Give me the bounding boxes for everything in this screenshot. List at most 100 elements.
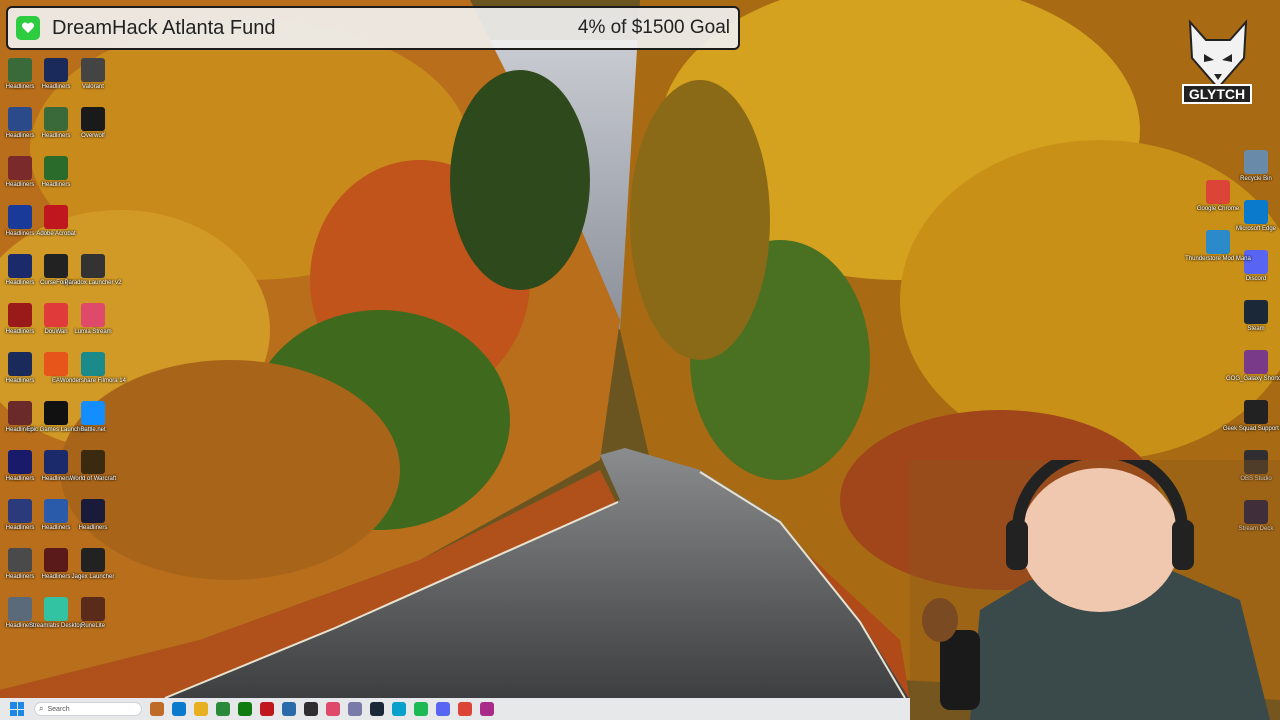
desktop-shortcut[interactable]: Recycle Bin xyxy=(1236,150,1276,196)
taskbar-pinned-apps xyxy=(142,702,494,716)
desktop-shortcut-label: Headliners xyxy=(5,329,35,335)
desktop-shortcut-label: Headliners xyxy=(78,525,108,531)
desktop-shortcut[interactable] xyxy=(73,205,113,251)
desktop-shortcut[interactable] xyxy=(73,156,113,202)
recycle-bin-icon xyxy=(1244,150,1268,174)
desktop-shortcut[interactable]: Headliners xyxy=(0,597,40,643)
desktop-shortcut-label: Headliners xyxy=(5,378,35,384)
desktop-shortcut[interactable]: GOG_Galaxy Shortcut xyxy=(1226,350,1280,396)
desktop-shortcut[interactable]: Google Chrome xyxy=(1196,180,1240,226)
streamlabs-icon xyxy=(44,597,68,621)
folder-icon xyxy=(8,205,32,229)
desktop-shortcut[interactable]: Battle.net xyxy=(73,401,113,447)
taskbar-search[interactable]: ⌕ Search xyxy=(34,702,142,716)
folder-icon xyxy=(44,156,68,180)
geeksquad-icon xyxy=(1244,400,1268,424)
desktop-shortcut[interactable]: Headliners xyxy=(36,499,76,545)
steam-icon[interactable] xyxy=(370,702,384,716)
desktop-shortcut-label: RuneLite xyxy=(80,623,106,629)
desktop-shortcut[interactable]: Streamlabs Desktop xyxy=(29,597,83,643)
desktop-shortcut-label: Google Chrome xyxy=(1196,206,1240,212)
desktop-shortcut[interactable]: Headliners xyxy=(0,107,40,153)
gog-icon xyxy=(1244,350,1268,374)
steam-icon xyxy=(1244,300,1268,324)
valorant-icon xyxy=(81,58,105,82)
desktop-shortcut[interactable]: EA xyxy=(36,352,76,398)
desktop-shortcut[interactable]: Headliners xyxy=(73,499,113,545)
app2-icon[interactable] xyxy=(348,702,362,716)
desktop-shortcut-label: Adobe Acrobat xyxy=(36,231,76,237)
desktop-shortcut[interactable]: Headliners xyxy=(36,107,76,153)
edge-icon[interactable] xyxy=(392,702,406,716)
desktop-shortcut[interactable]: Valorant xyxy=(73,58,113,104)
desktop-shortcut-label: Headliners xyxy=(41,525,71,531)
folder-icon xyxy=(8,303,32,327)
desktop-shortcut[interactable]: World of Warcraft xyxy=(70,450,116,496)
jagex-icon xyxy=(81,548,105,572)
acrobat-icon[interactable] xyxy=(260,702,274,716)
desktop-shortcut-label: Headliners xyxy=(5,280,35,286)
folder-icon xyxy=(8,499,32,523)
edge-icon[interactable] xyxy=(172,702,186,716)
desktop-shortcut[interactable]: Headliners xyxy=(0,450,40,496)
heart-icon xyxy=(16,16,40,40)
desktop-shortcut[interactable]: RuneLite xyxy=(73,597,113,643)
copilot-icon[interactable] xyxy=(150,702,164,716)
search-placeholder: Search xyxy=(47,705,70,713)
xbox-icon[interactable] xyxy=(238,702,252,716)
chrome-icon[interactable] xyxy=(458,702,472,716)
app-icon[interactable] xyxy=(282,702,296,716)
desktop-shortcut[interactable]: Headliners xyxy=(36,156,76,202)
desktop-shortcut[interactable]: Paradox Launcher v2 xyxy=(64,254,122,300)
app3-icon[interactable] xyxy=(480,702,494,716)
desktop-shortcut[interactable]: Headliners xyxy=(0,205,40,251)
desktop-shortcut[interactable]: Headliners xyxy=(0,352,40,398)
desktop-shortcut[interactable]: Thunderstore Mod Mana xyxy=(1185,230,1251,276)
desktop-shortcut-label: Battle.net xyxy=(80,427,106,433)
desktop-shortcut-label: Headliners xyxy=(5,525,35,531)
desktop-shortcut[interactable]: Headliners xyxy=(0,58,40,104)
douwan-icon xyxy=(44,303,68,327)
curseforge-icon xyxy=(44,254,68,278)
desktop-shortcut[interactable]: Overwolf xyxy=(73,107,113,153)
desktop-shortcut[interactable]: Headliners xyxy=(0,303,40,349)
epic-icon xyxy=(44,401,68,425)
desktop-shortcut[interactable]: Headliners xyxy=(36,548,76,594)
desktop-shortcut[interactable]: Headliners xyxy=(36,58,76,104)
desktop-shortcut-label: Geek Squad Support Ele xyxy=(1222,426,1280,432)
desktop-shortcut-label: EA xyxy=(51,378,60,384)
discord-icon[interactable] xyxy=(436,702,450,716)
spotify-icon[interactable] xyxy=(414,702,428,716)
file-explorer-icon[interactable] xyxy=(194,702,208,716)
desktop-shortcut[interactable]: Epic Games Launcher xyxy=(26,401,86,447)
desktop-shortcut[interactable]: Headliners xyxy=(0,499,40,545)
desktop-shortcut[interactable]: Wondershare Filmora 14 xyxy=(60,352,126,398)
desktop-shortcut[interactable]: Steam xyxy=(1236,300,1276,346)
folder-icon xyxy=(8,401,32,425)
desktop-shortcut[interactable]: Geek Squad Support Ele xyxy=(1223,400,1280,446)
desktop-shortcut-label: Thunderstore Mod Mana xyxy=(1185,256,1251,262)
desktop-shortcut[interactable]: Headliners xyxy=(0,548,40,594)
paradox-icon xyxy=(81,254,105,278)
desktop-shortcut[interactable]: Lumia Stream xyxy=(73,303,113,349)
desktop-shortcut[interactable]: Headliners xyxy=(0,156,40,202)
desktop-shortcut[interactable]: Jagex Launcher xyxy=(72,548,114,594)
blank-icon xyxy=(81,156,105,180)
desktop-shortcut-label: Headliners xyxy=(5,182,35,188)
desktop-shortcut[interactable]: CurseForge xyxy=(36,254,76,300)
lumia-icon[interactable] xyxy=(326,702,340,716)
start-button[interactable] xyxy=(10,702,24,716)
desktop-shortcut[interactable]: Headliners xyxy=(0,254,40,300)
desktop-shortcut[interactable]: Headliners xyxy=(0,401,40,447)
obs-icon[interactable] xyxy=(304,702,318,716)
desktop-shortcut[interactable]: Adobe Acrobat xyxy=(36,205,76,251)
desktop-shortcut-label: Headliners xyxy=(41,574,71,580)
donation-progress: 4% of $1500 Goal xyxy=(577,17,730,38)
battlenet-icon xyxy=(81,401,105,425)
desktop-shortcut[interactable]: DouWan xyxy=(36,303,76,349)
store-icon[interactable] xyxy=(216,702,230,716)
folder-icon xyxy=(44,499,68,523)
desktop-shortcut[interactable]: Headliners xyxy=(36,450,76,496)
desktop-shortcut-label: Lumia Stream xyxy=(74,329,112,335)
desktop-shortcut[interactable]: Microsoft Edge xyxy=(1236,200,1276,246)
